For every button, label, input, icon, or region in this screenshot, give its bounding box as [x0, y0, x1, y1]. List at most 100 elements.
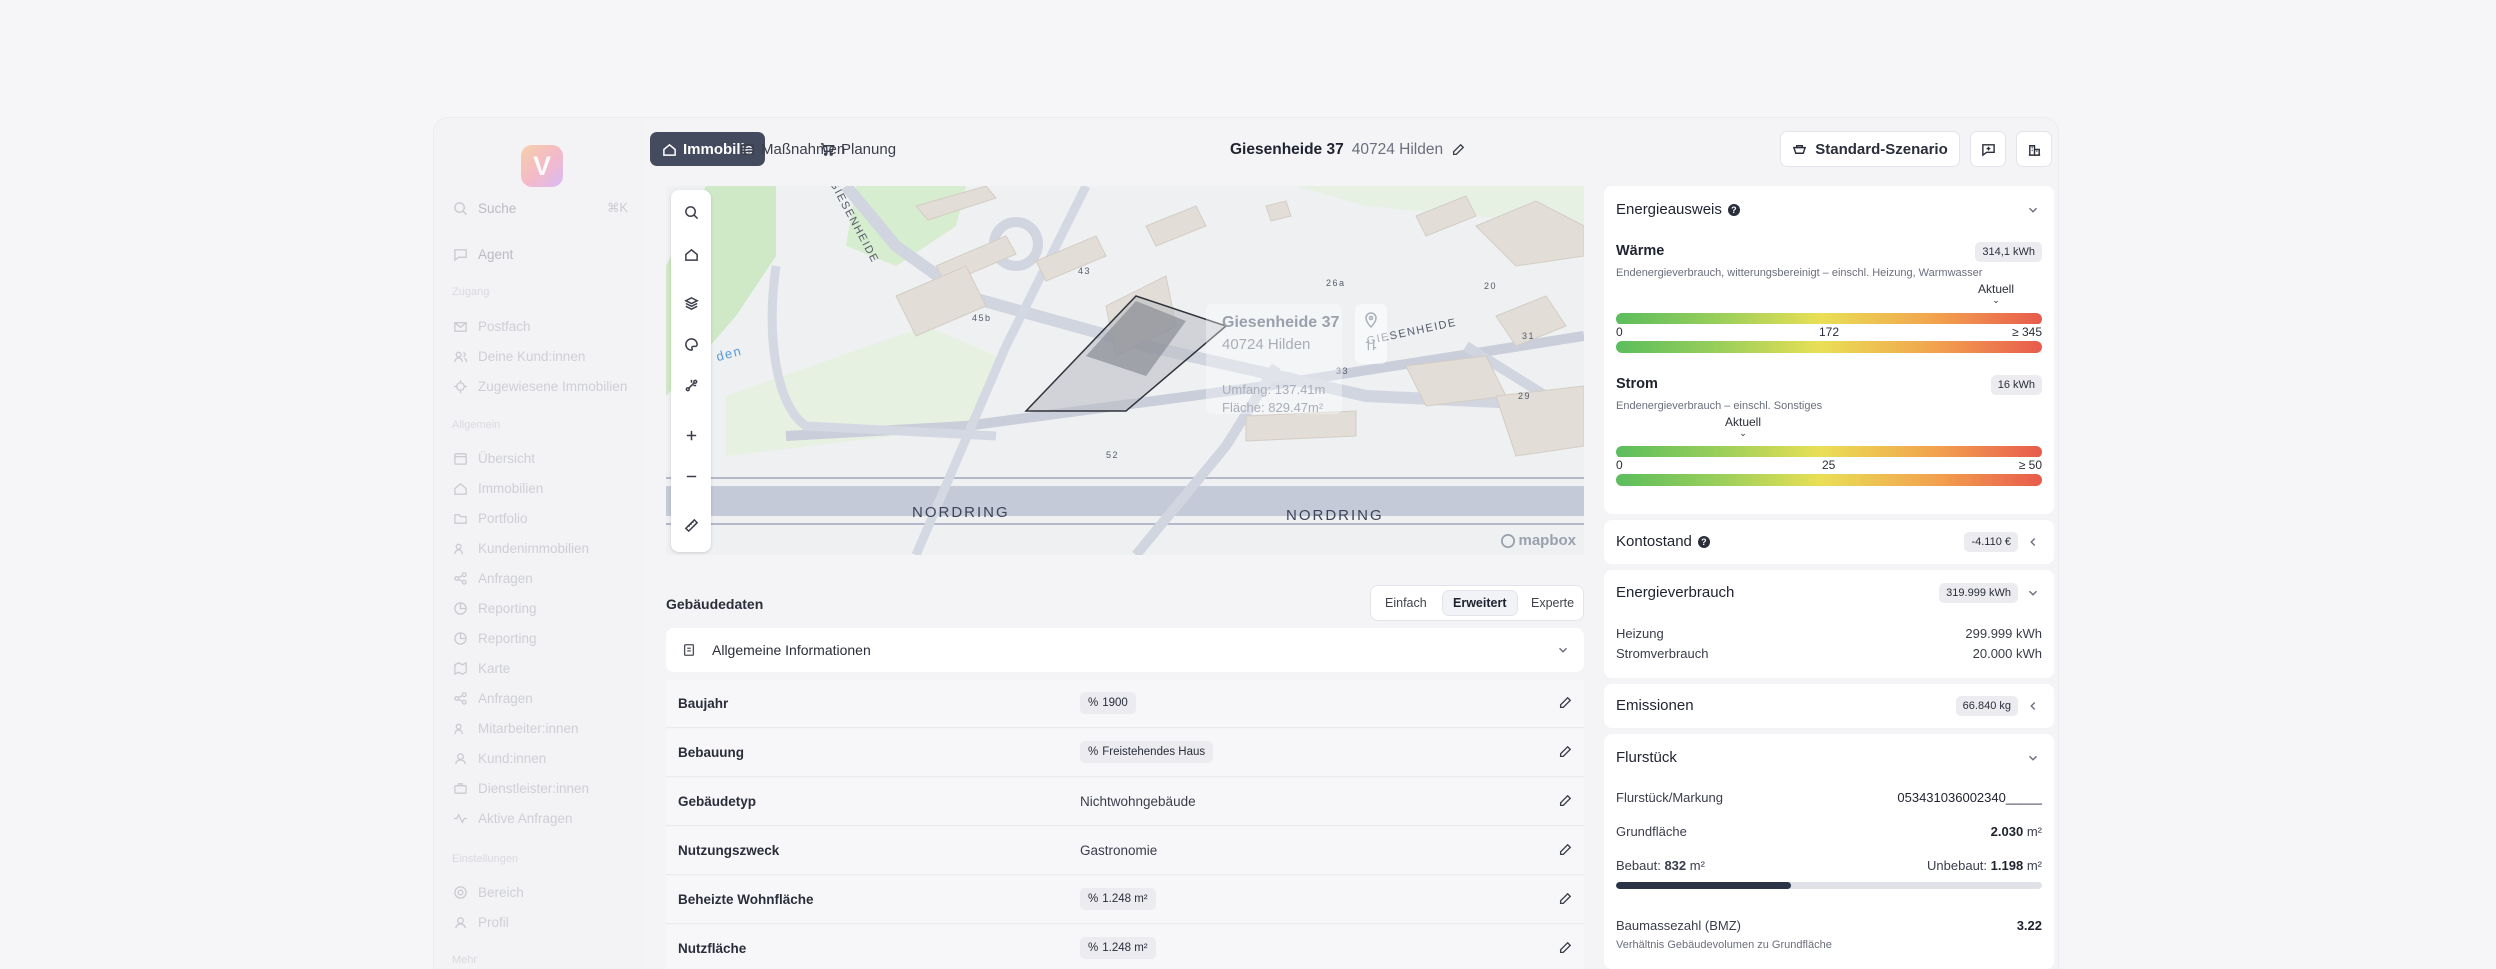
- cart-icon: [820, 142, 835, 157]
- sidebar-item-bereich[interactable]: Bereich: [452, 880, 524, 904]
- building-button[interactable]: [2016, 131, 2052, 167]
- tab-planung[interactable]: Planung: [808, 132, 908, 166]
- table-row: Gebäudetyp Nichtwohngebäude: [666, 778, 1584, 826]
- scenario-label: Standard-Szenario: [1815, 140, 1948, 158]
- sidebar-item-label: Reporting: [478, 600, 537, 616]
- card-title: Flurstück: [1616, 749, 1677, 766]
- row-value: Nichtwohngebäude: [1080, 794, 1196, 809]
- value-pill: % 1.248 m²: [1080, 937, 1156, 959]
- pencil-icon[interactable]: [1558, 696, 1572, 710]
- emissionen-card[interactable]: Emissionen 66.840 kg: [1604, 684, 2054, 728]
- sidebar-item-aktive-anfragen[interactable]: Aktive Anfragen: [452, 806, 573, 830]
- waerme-badge: 314,1 kWh: [1975, 242, 2042, 262]
- comment-button[interactable]: [1970, 131, 2006, 167]
- pin-icon[interactable]: [1363, 312, 1379, 328]
- table-row: Baujahr % 1900: [666, 680, 1584, 728]
- pencil-icon[interactable]: [1451, 143, 1465, 157]
- palette-icon: [684, 337, 699, 352]
- energieausweis-header[interactable]: Energieausweis ?: [1616, 201, 1740, 218]
- sidebar-item-label: Übersicht: [478, 450, 536, 466]
- plus-icon: [684, 428, 699, 443]
- table-row: Nutzungszweck Gastronomie: [666, 827, 1584, 875]
- map-zoom-in-button[interactable]: [678, 422, 704, 448]
- waerme-marker: Aktuell ⌄: [1978, 282, 2014, 305]
- info-icon[interactable]: ?: [1697, 535, 1710, 548]
- pencil-icon[interactable]: [1558, 892, 1572, 906]
- calendar-icon: [452, 450, 468, 466]
- layers-icon: [683, 296, 699, 311]
- sidebar-section-title: Allgemein: [452, 419, 501, 431]
- chevron-left-icon: [2026, 535, 2040, 549]
- strom-scale: 0 25 ≥ 50: [1616, 446, 2042, 486]
- sidebar-item-dienstleister[interactable]: Dienstleister:innen: [452, 776, 589, 800]
- sidebar-item-kundenimmobilien[interactable]: Kundenimmobilien: [452, 536, 589, 560]
- sidebar-item-agent[interactable]: Agent: [452, 242, 513, 266]
- top-bar: Immobilie Maßnahmen Planung Giesenheide …: [648, 118, 2054, 176]
- sidebar-item-reporting-2[interactable]: Reporting: [452, 626, 537, 650]
- map-route-button[interactable]: [678, 372, 704, 398]
- waerme-scale: 0 172 ≥ 345: [1616, 313, 2042, 353]
- sidebar-item-portfolio[interactable]: Portfolio: [452, 506, 528, 530]
- scenario-icon: [1792, 142, 1807, 157]
- sidebar-item-postfach[interactable]: Postfach: [452, 314, 531, 338]
- sidebar-item-label: Aktive Anfragen: [478, 810, 573, 826]
- estimate-icon: %: [1088, 942, 1099, 954]
- property-map[interactable]: NORDRING NORDRING GIESENHEIDE GIESENHEID…: [666, 186, 1584, 555]
- accordion-allgemeine-informationen[interactable]: Allgemeine Informationen: [666, 628, 1584, 672]
- sidebar-item-label: Reporting: [478, 630, 537, 646]
- map-search-button[interactable]: [678, 199, 704, 225]
- info-icon[interactable]: ?: [1727, 203, 1740, 216]
- row-label: Nutzungszweck: [678, 843, 780, 858]
- sidebar-item-mitarbeiter[interactable]: Mitarbeiter:innen: [452, 716, 579, 740]
- map-home-button[interactable]: [678, 241, 704, 267]
- map-layers-button[interactable]: [678, 290, 704, 316]
- energieverbrauch-badge: 319.999 kWh: [1939, 583, 2018, 603]
- sidebar-item-immobilien[interactable]: Immobilien: [452, 476, 543, 500]
- sidebar-item-anfragen[interactable]: Anfragen: [452, 566, 533, 590]
- kv-value: 3.22: [2016, 918, 2042, 933]
- street-label: NORDRING: [912, 504, 1010, 521]
- sidebar-item-label: Karte: [478, 660, 511, 676]
- pencil-icon[interactable]: [1558, 745, 1572, 759]
- chevron-down-icon[interactable]: [2026, 751, 2040, 765]
- sidebar-item-zugewiesen[interactable]: Zugewiesene Immobilien: [452, 374, 627, 398]
- sidebar-item-label: Bereich: [478, 884, 524, 900]
- pencil-icon[interactable]: [1558, 794, 1572, 808]
- chevron-down-icon[interactable]: [2026, 203, 2040, 217]
- mode-experte[interactable]: Experte: [1521, 591, 1584, 615]
- sidebar-item-reporting[interactable]: Reporting: [452, 596, 537, 620]
- mode-erweitert[interactable]: Erweitert: [1443, 591, 1517, 615]
- card-title: Energieverbrauch: [1616, 584, 1735, 601]
- unbebaut-value: 1.198: [1990, 858, 2024, 873]
- sidebar-item-kundinnen[interactable]: Kund:innen: [452, 746, 546, 770]
- table-row: Nutzfläche % 1.248 m²: [666, 925, 1584, 969]
- compare-icon[interactable]: [1364, 338, 1378, 352]
- sidebar-item-label: Deine Kund:innen: [478, 348, 586, 364]
- street-label: NORDRING: [1286, 507, 1384, 524]
- scenario-button[interactable]: Standard-Szenario: [1780, 131, 1960, 167]
- kontostand-card[interactable]: Kontostand ? -4.110 €: [1604, 520, 2054, 564]
- chevron-down-icon[interactable]: [2026, 586, 2040, 600]
- map-measure-button[interactable]: [678, 512, 704, 538]
- card-title: Kontostand: [1616, 533, 1692, 550]
- document-icon: [682, 643, 696, 657]
- pencil-icon[interactable]: [1558, 843, 1572, 857]
- sidebar-item-karte[interactable]: Karte: [452, 656, 510, 680]
- pencil-icon[interactable]: [1558, 941, 1572, 955]
- mapbox-attribution[interactable]: mapbox: [1501, 532, 1576, 549]
- map-style-button[interactable]: [678, 331, 704, 357]
- route-icon: [684, 378, 699, 393]
- map-zoom-out-button[interactable]: [678, 463, 704, 489]
- mode-einfach[interactable]: Einfach: [1375, 591, 1437, 615]
- sidebar: V Suche ⌘K Agent Zugang Postfach Deine K…: [434, 118, 644, 969]
- sidebar-item-uebersicht[interactable]: Übersicht: [452, 446, 535, 470]
- kv-label: Baumassezahl (BMZ): [1616, 918, 1741, 933]
- building-icon: [2027, 142, 2042, 157]
- sidebar-item-anfragen-2[interactable]: Anfragen: [452, 686, 533, 710]
- users-icon: [452, 720, 468, 736]
- sidebar-item-kunden[interactable]: Deine Kund:innen: [452, 344, 585, 368]
- sidebar-item-profil[interactable]: Profil: [452, 910, 509, 934]
- sidebar-search[interactable]: Suche: [452, 196, 516, 220]
- strom-title: Strom: [1616, 376, 1658, 392]
- row-value: Gastronomie: [1080, 843, 1158, 858]
